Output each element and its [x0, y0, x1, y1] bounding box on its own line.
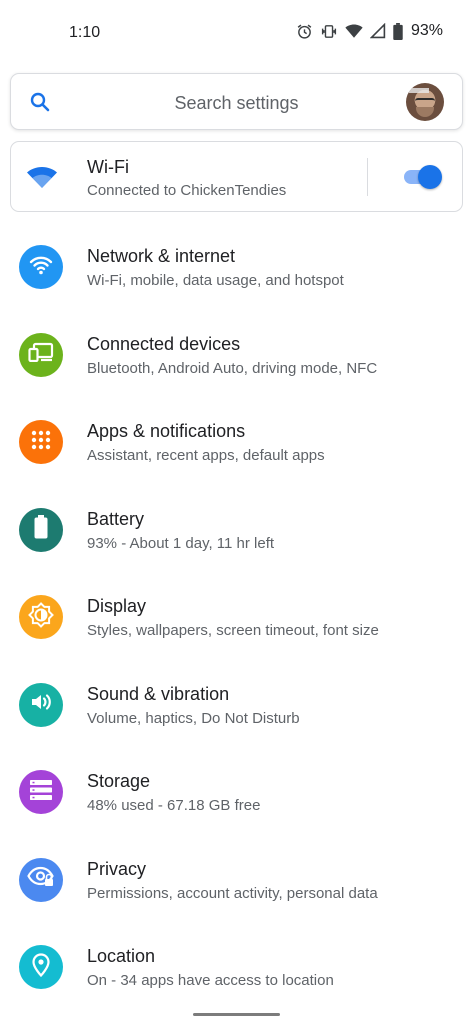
wifi-divider: [367, 158, 368, 196]
volume-icon: [30, 692, 52, 717]
settings-item-privacy[interactable]: Privacy Permissions, account activity, p…: [0, 834, 473, 922]
storage-circle: [19, 770, 63, 814]
status-time: 1:10: [69, 24, 101, 41]
settings-item-subtitle: Bluetooth, Android Auto, driving mode, N…: [87, 359, 378, 377]
devices-circle: [19, 332, 63, 377]
toggle-thumb: [418, 165, 442, 189]
battery-icon: [34, 515, 48, 544]
wifi-toggle[interactable]: [402, 164, 444, 190]
settings-item-title: Sound & vibration: [87, 683, 230, 704]
settings-item-storage[interactable]: Storage 48% used - 67.18 GB free: [0, 746, 473, 834]
settings-item-title: Storage: [87, 771, 151, 791]
settings-item-title: Location: [87, 946, 156, 966]
wifi-subtitle: Connected to ChickenTendies: [87, 182, 287, 199]
settings-screen: 1:10 93% Search settings Wi-Fi Connected…: [0, 0, 473, 1024]
avatar[interactable]: [406, 83, 444, 121]
location-circle: [19, 945, 63, 989]
search-placeholder[interactable]: Search settings: [11, 93, 462, 114]
settings-item-network-internet[interactable]: Network & internet Wi-Fi, mobile, data u…: [0, 221, 473, 309]
settings-item-display[interactable]: Display Styles, wallpapers, screen timeo…: [0, 571, 473, 659]
location-pin-icon: [32, 952, 50, 982]
avatar-beard: [416, 107, 434, 117]
avatar-logo: [409, 88, 429, 93]
wifi-title: Wi-Fi: [87, 157, 129, 177]
storage-icon: [29, 779, 53, 805]
battery-circle: [19, 507, 63, 552]
gesture-nav-handle[interactable]: [193, 1013, 280, 1016]
settings-item-subtitle: 48% used - 67.18 GB free: [87, 797, 261, 814]
settings-item-subtitle: Volume, haptics, Do Not Disturb: [87, 709, 300, 727]
sound-circle: [19, 682, 63, 727]
display-circle: [19, 595, 63, 639]
settings-item-title: Apps & notifications: [87, 421, 246, 441]
settings-item-title: Display: [87, 596, 147, 616]
wifi-card[interactable]: Wi-Fi Connected to ChickenTendies: [10, 141, 463, 212]
apps-grid-icon: [31, 430, 51, 455]
status-icons: 93%: [296, 22, 443, 40]
privacy-circle: [19, 857, 63, 902]
wifi-signal-icon: [345, 23, 363, 39]
battery-icon: [393, 22, 403, 40]
network-circle: [19, 245, 63, 289]
settings-item-subtitle: 93% - About 1 day, 11 hr left: [87, 534, 275, 552]
settings-item-title: Network & internet: [87, 246, 236, 266]
settings-item-subtitle: Wi-Fi, mobile, data usage, and hotspot: [87, 272, 344, 289]
settings-item-location[interactable]: Location On - 34 apps have access to loc…: [0, 921, 473, 1009]
settings-item-connected-devices[interactable]: Connected devices Bluetooth, Android Aut…: [0, 309, 473, 397]
settings-item-title: Connected devices: [87, 333, 241, 354]
settings-list: Network & internet Wi-Fi, mobile, data u…: [0, 221, 473, 1009]
settings-item-title: Privacy: [87, 858, 147, 879]
devices-icon: [28, 342, 54, 367]
wifi-icon: [26, 164, 58, 195]
privacy-eye-icon: [27, 866, 55, 893]
settings-item-title: Battery: [87, 508, 145, 529]
vibrate-icon: [320, 23, 338, 40]
wifi-icon: [29, 255, 53, 280]
status-bar: 1:10 93%: [0, 0, 473, 68]
battery-percent: 93%: [410, 22, 443, 39]
brightness-icon: [28, 601, 54, 633]
settings-item-subtitle: Styles, wallpapers, screen timeout, font…: [87, 622, 379, 639]
settings-item-battery[interactable]: Battery 93% - About 1 day, 11 hr left: [0, 484, 473, 572]
alarm-icon: [296, 23, 313, 40]
settings-item-subtitle: On - 34 apps have access to location: [87, 972, 334, 989]
settings-item-apps-notifications[interactable]: Apps & notifications Assistant, recent a…: [0, 396, 473, 484]
settings-item-subtitle: Assistant, recent apps, default apps: [87, 447, 325, 464]
cell-signal-icon: [369, 23, 386, 39]
apps-circle: [19, 420, 63, 464]
avatar-glasses: [415, 98, 435, 104]
search-settings-bar[interactable]: Search settings: [10, 73, 463, 130]
settings-item-subtitle: Permissions, account activity, personal …: [87, 884, 378, 902]
settings-item-sound-vibration[interactable]: Sound & vibration Volume, haptics, Do No…: [0, 659, 473, 747]
